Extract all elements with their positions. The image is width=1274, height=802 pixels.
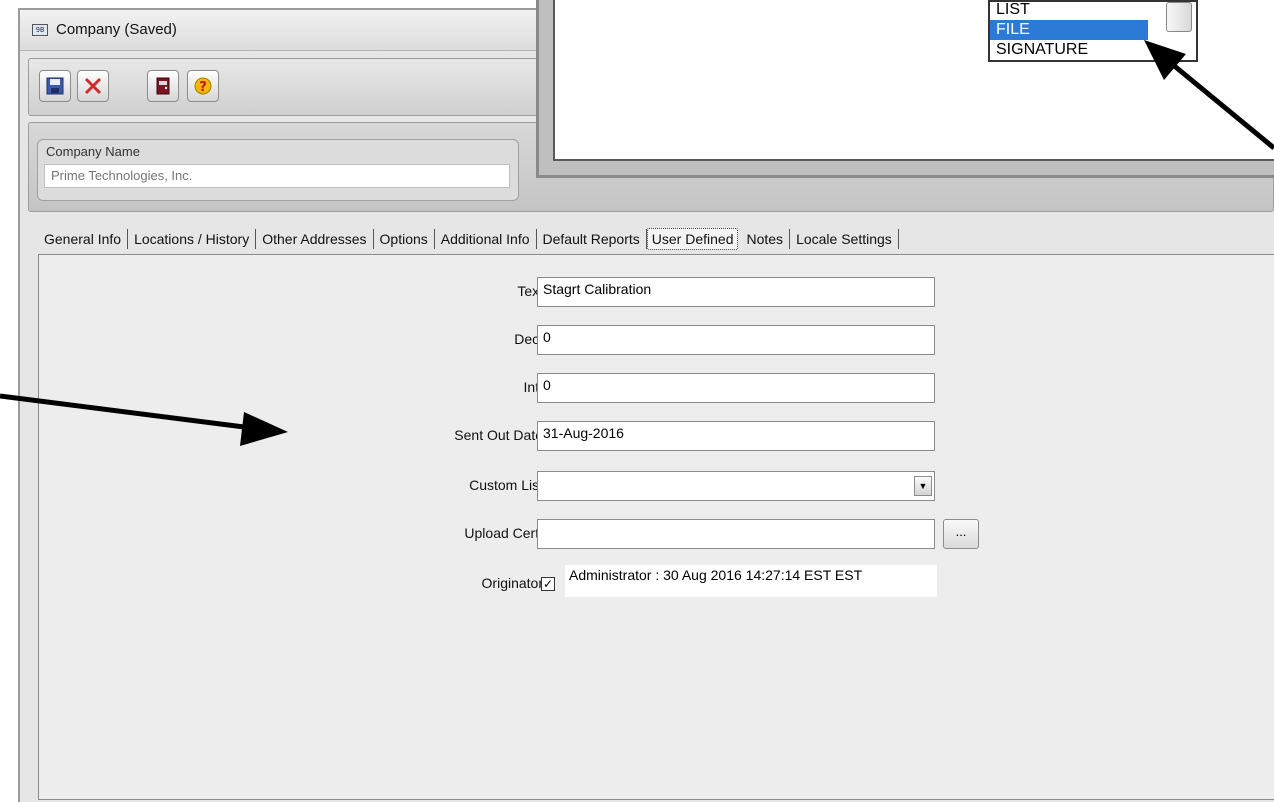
tab-default-reports[interactable]: Default Reports (537, 229, 647, 249)
delete-icon (84, 77, 102, 95)
upload-cert-field[interactable] (537, 519, 935, 549)
tab-notes[interactable]: Notes (740, 229, 791, 249)
originator-label: Originator (481, 575, 543, 591)
company-name-group: Company Name Prime Technologies, Inc. (37, 139, 519, 201)
user-defined-panel: Text Stagrt Calibration Dec. 0 Int. 0 Se… (38, 254, 1274, 800)
tab-additional-info[interactable]: Additional Info (435, 229, 537, 249)
scrollbar-thumb[interactable] (1166, 2, 1192, 32)
originator-value: Administrator : 30 Aug 2016 14:27:14 EST… (565, 565, 937, 597)
tab-locations-history[interactable]: Locations / History (128, 229, 257, 249)
tab-other-addresses[interactable]: Other Addresses (256, 229, 374, 249)
tab-locale-settings[interactable]: Locale Settings (790, 229, 899, 249)
sent-out-date-field[interactable]: 31-Aug-2016 (537, 421, 935, 451)
overlay-content: LIST FILE SIGNATURE (553, 0, 1274, 161)
dec-label: Dec. (514, 331, 543, 347)
overlay-window: LIST FILE SIGNATURE (536, 0, 1274, 178)
field-type-listbox[interactable]: LIST FILE SIGNATURE (988, 0, 1198, 62)
save-button[interactable] (39, 70, 71, 102)
list-item-file[interactable]: FILE (990, 20, 1148, 40)
text-field[interactable]: Stagrt Calibration (537, 277, 935, 307)
company-name-label: Company Name (46, 144, 140, 159)
exit-door-icon (156, 77, 170, 95)
help-button[interactable]: ? (187, 70, 219, 102)
delete-button[interactable] (77, 70, 109, 102)
int-field[interactable]: 0 (537, 373, 935, 403)
upload-cert-label: Upload Cert. (464, 525, 543, 541)
tab-general-info[interactable]: General Info (38, 229, 129, 249)
int-label: Int. (523, 379, 543, 395)
window-title: Company (Saved) (56, 21, 177, 38)
tab-user-defined[interactable]: User Defined (646, 228, 739, 250)
company-name-field[interactable]: Prime Technologies, Inc. (44, 164, 510, 188)
custom-list-select[interactable]: ▼ (537, 471, 935, 501)
exit-button[interactable] (147, 70, 179, 102)
tab-options[interactable]: Options (374, 229, 435, 249)
list-item-list[interactable]: LIST (990, 0, 1148, 20)
help-icon: ? (194, 77, 212, 95)
custom-list-label: Custom List (469, 477, 543, 493)
save-icon (46, 77, 64, 95)
sent-out-date-label: Sent Out Date (454, 427, 543, 443)
list-item-signature[interactable]: SIGNATURE (990, 40, 1148, 60)
dec-field[interactable]: 0 (537, 325, 935, 355)
svg-text:?: ? (199, 80, 207, 95)
text-label: Text (517, 283, 543, 299)
chevron-down-icon[interactable]: ▼ (914, 476, 932, 496)
originator-checkbox[interactable]: ✓ (541, 577, 555, 591)
tab-strip: General Info Locations / History Other A… (38, 226, 899, 252)
app-icon: 9B (32, 24, 48, 36)
browse-button[interactable]: ... (943, 519, 979, 549)
